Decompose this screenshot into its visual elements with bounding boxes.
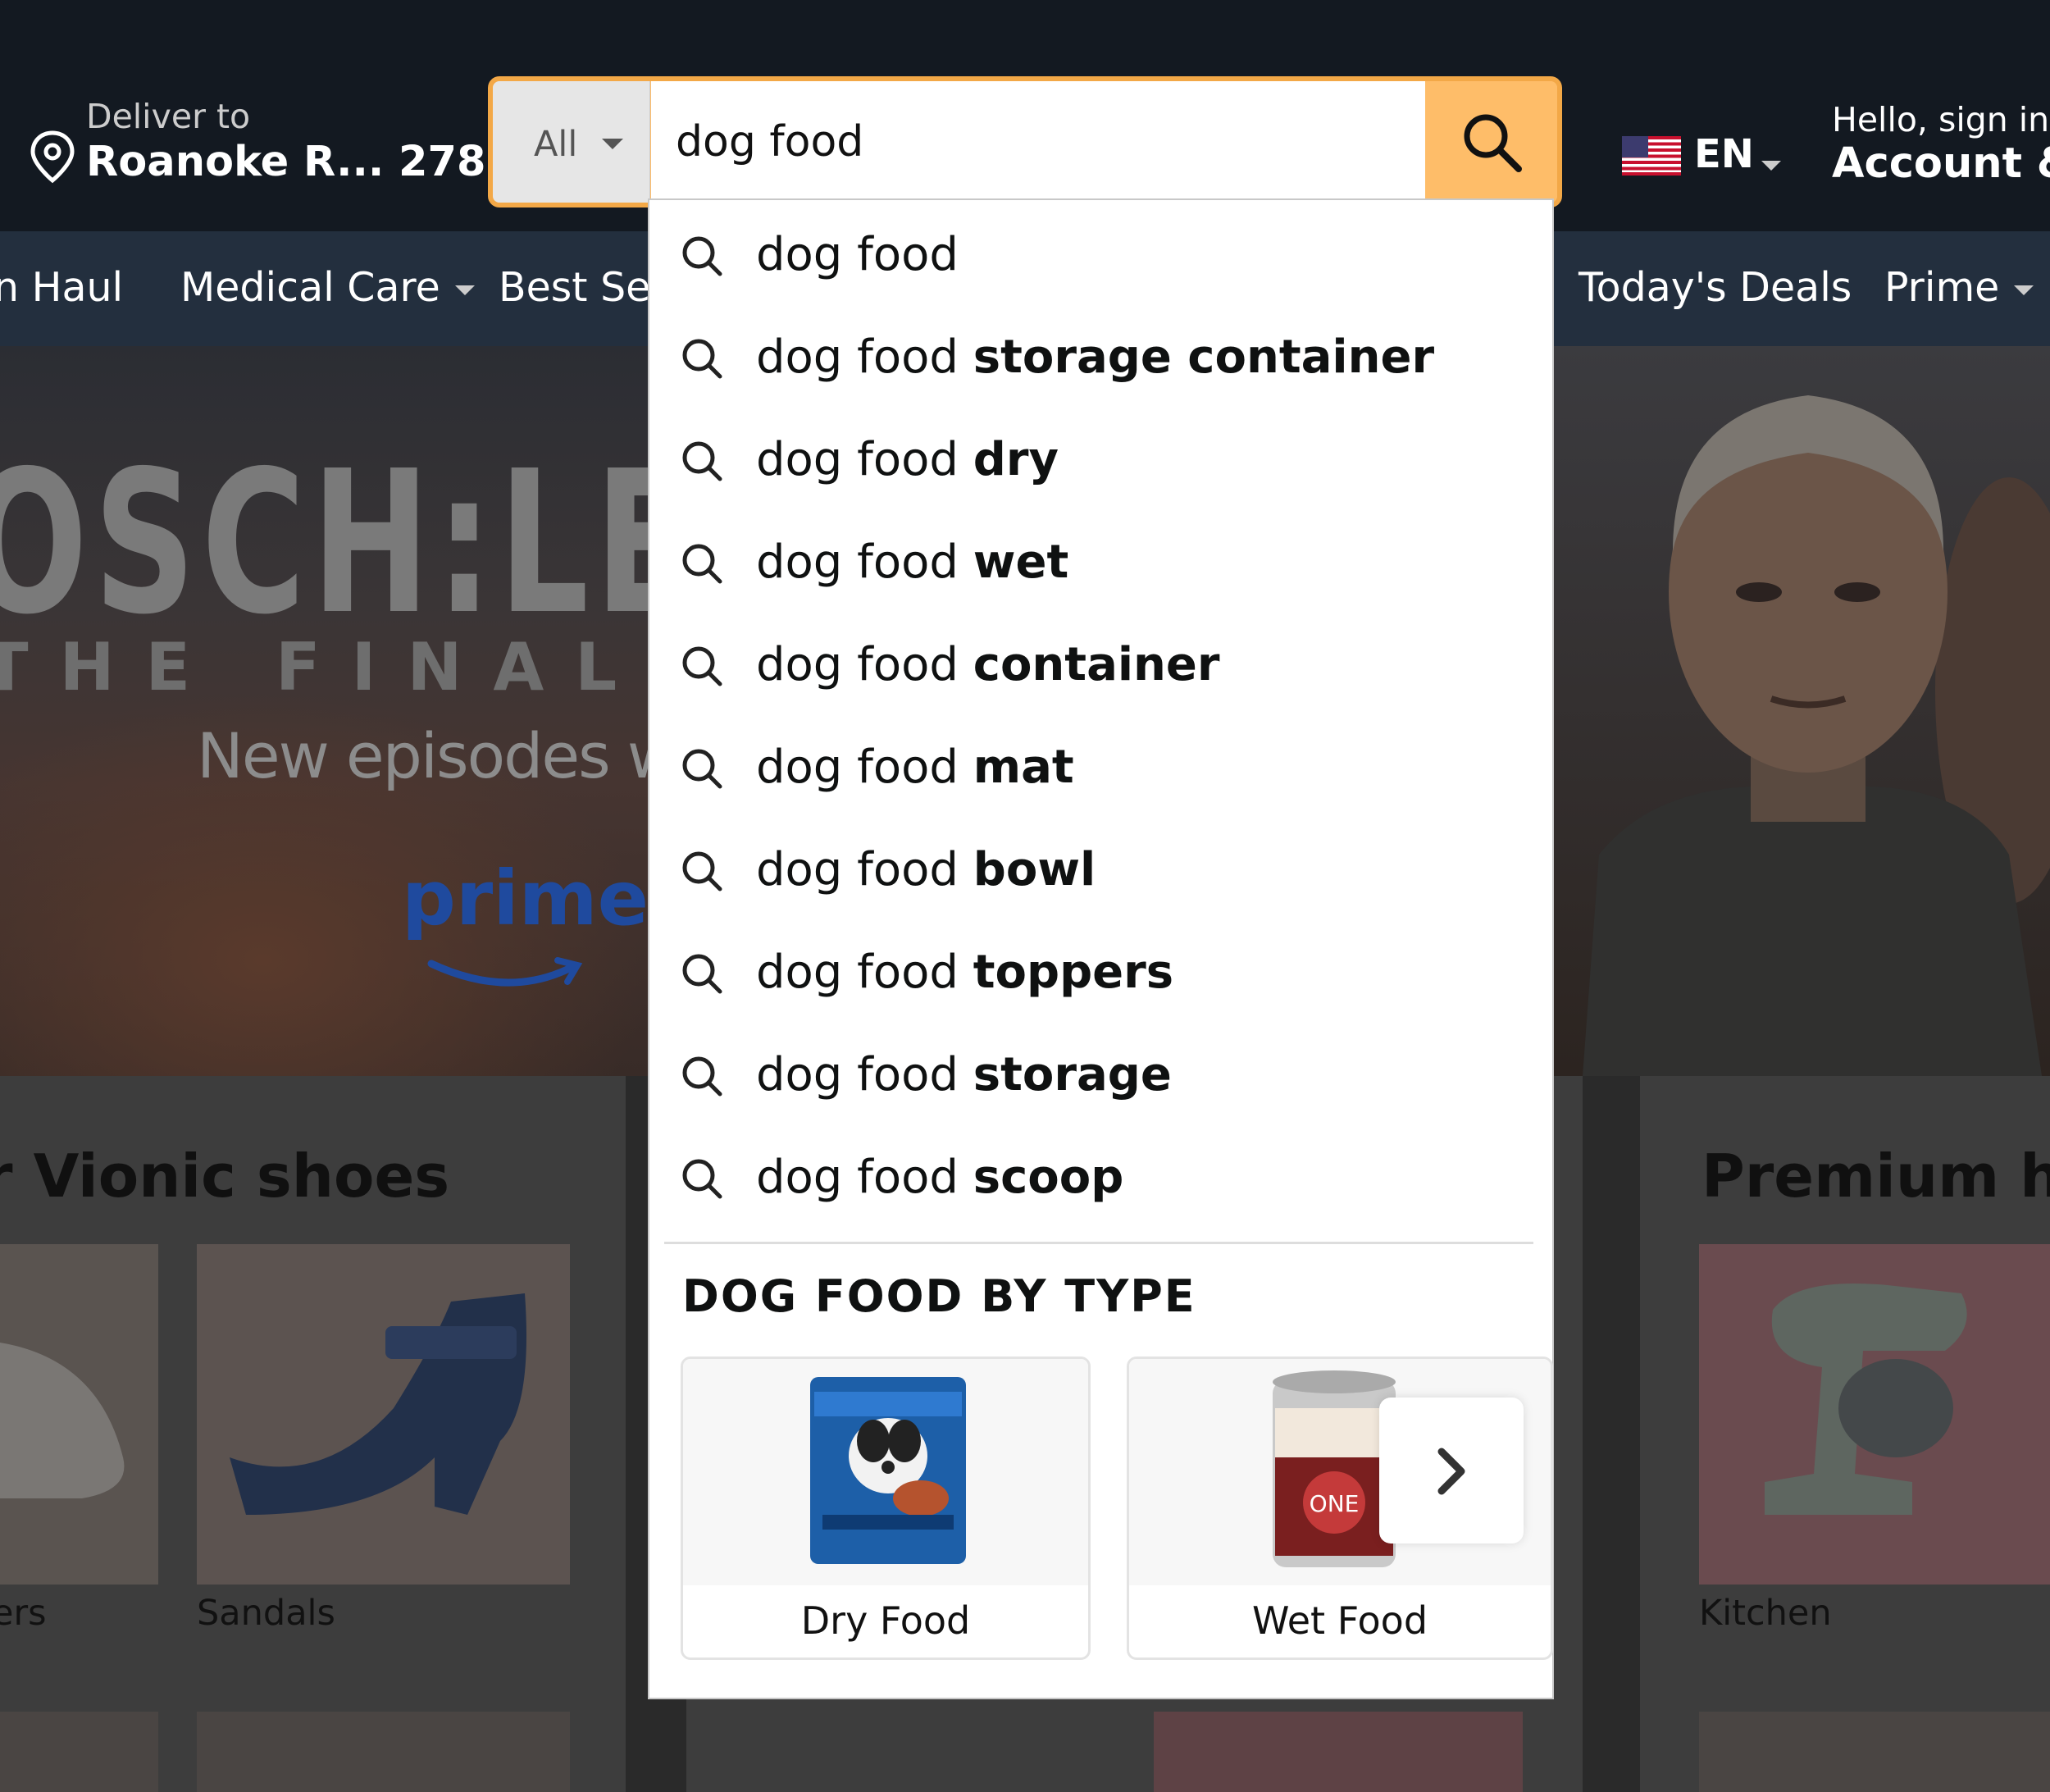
hero-title: OSCH:LE [0,428,698,658]
suggestion-item[interactable]: dog food bowl [649,815,1551,918]
caret-down-icon [454,285,475,295]
kitchen-tile[interactable] [1699,1244,2050,1585]
search-category-label: All [534,124,578,165]
nav-item-todays-deals[interactable]: Today's Deals [1578,264,1852,311]
account-label: Account & L [1832,139,2050,188]
dry-food-image [683,1359,1088,1585]
dog-food-bag-icon [810,1377,966,1564]
product-tile[interactable] [197,1712,570,1792]
prime-smile-icon [427,957,583,987]
svg-text:ONE: ONE [1310,1490,1360,1517]
type-card-label: Dry Food [800,1598,971,1643]
us-flag-icon [1622,136,1681,176]
search-icon [1464,114,1522,172]
account-menu[interactable]: Hello, sign in Account & L [1832,100,2050,190]
caret-down-icon [2014,285,2034,295]
suggestion-text: dog food toppers [756,946,1174,999]
deliver-location: Roanoke R... 27870 [86,138,544,186]
search-bar: All [488,76,1562,207]
search-input[interactable] [651,81,1425,203]
nav-item-haul[interactable]: n Haul [0,264,123,311]
suggestion-item[interactable]: dog food dry [649,405,1551,508]
suggestion-item[interactable]: dog food toppers [649,918,1551,1020]
sandals-caption: Sandals [197,1593,335,1634]
account-greeting: Hello, sign in [1832,100,2050,139]
tile-caption: ers [0,1593,47,1634]
sneaker-image [0,1343,125,1498]
search-icon [682,544,722,584]
vionic-shoes-card: r Vionic shoes ers Sandals [0,1076,626,1792]
search-suggestions-dropdown: dog food dog food storage container dog … [648,198,1554,1699]
nav-item-best-sellers[interactable]: Best Sel [499,264,662,311]
suggestion-text: dog food container [756,638,1220,691]
prime-logo: prime [402,855,649,942]
nav-item-prime[interactable]: Prime [1884,264,2034,311]
suggestion-text: dog food storage container [756,331,1435,384]
deliver-label: Deliver to [86,97,251,136]
carousel-next-button[interactable] [1379,1398,1524,1543]
stand-mixer-image [1765,1284,1967,1515]
nav-item-label: Prime [1884,264,2000,311]
sandals-tile[interactable] [197,1244,570,1585]
suggestion-text: dog food [756,228,959,281]
suggestion-item[interactable]: dog food scoop [649,1123,1551,1225]
search-icon [682,749,722,789]
chevron-right-icon [1437,1448,1465,1495]
type-card-label: Wet Food [1251,1598,1428,1643]
suggestion-text: dog food mat [756,741,1074,794]
sandal-image [230,1293,526,1515]
search-icon [682,339,722,379]
suggestion-text: dog food wet [756,536,1069,589]
search-icon [682,1056,722,1097]
search-icon [682,646,722,686]
caret-down-icon [602,139,623,149]
search-icon [682,441,722,481]
type-card-dry-food[interactable]: Dry Food [681,1357,1091,1660]
section-divider [664,1242,1533,1244]
nav-item-label: Medical Care [180,264,440,311]
nav-item-medical-care[interactable]: Medical Care [180,264,475,311]
vionic-card-title[interactable]: r Vionic shoes [0,1142,449,1211]
section-title: DOG FOOD BY TYPE [682,1270,1196,1322]
sneaker-tile[interactable] [0,1244,158,1585]
suggestion-item[interactable]: dog food [649,200,1551,303]
search-category-select[interactable]: All [493,81,650,203]
product-tile[interactable] [1154,1712,1523,1792]
deliver-to-location[interactable]: Deliver to Roanoke R... 27870 [29,97,544,187]
language-label: EN [1694,131,1754,177]
suggestion-text: dog food scoop [756,1151,1124,1204]
product-tile[interactable] [0,1712,158,1792]
hero-tagline: New episodes w [197,719,678,792]
location-pin-icon [30,130,75,184]
premium-home-card: Premium ho Kitchen [1640,1076,2050,1792]
hero-actor-image [1550,346,2050,1076]
search-icon [682,236,722,276]
caret-down-icon [1761,161,1781,171]
language-selector[interactable]: EN [1622,131,1786,189]
search-icon [682,851,722,891]
search-button[interactable] [1425,81,1557,203]
suggestion-item[interactable]: dog food storage container [649,303,1551,405]
search-icon [682,1159,722,1199]
suggestion-text: dog food bowl [756,843,1096,896]
search-icon [682,954,722,994]
suggestion-item[interactable]: dog food wet [649,508,1551,610]
suggestion-item[interactable]: dog food container [649,610,1551,713]
suggestion-text: dog food dry [756,433,1059,486]
suggestion-item[interactable]: dog food storage [649,1020,1551,1123]
suggestion-item[interactable]: dog food mat [649,713,1551,815]
suggestion-text: dog food storage [756,1048,1172,1101]
product-tile[interactable] [1699,1712,2050,1792]
kitchen-caption: Kitchen [1699,1593,1832,1634]
top-header: Deliver to Roanoke R... 27870 All E [0,0,2050,231]
premium-card-title[interactable]: Premium ho [1702,1142,2050,1211]
